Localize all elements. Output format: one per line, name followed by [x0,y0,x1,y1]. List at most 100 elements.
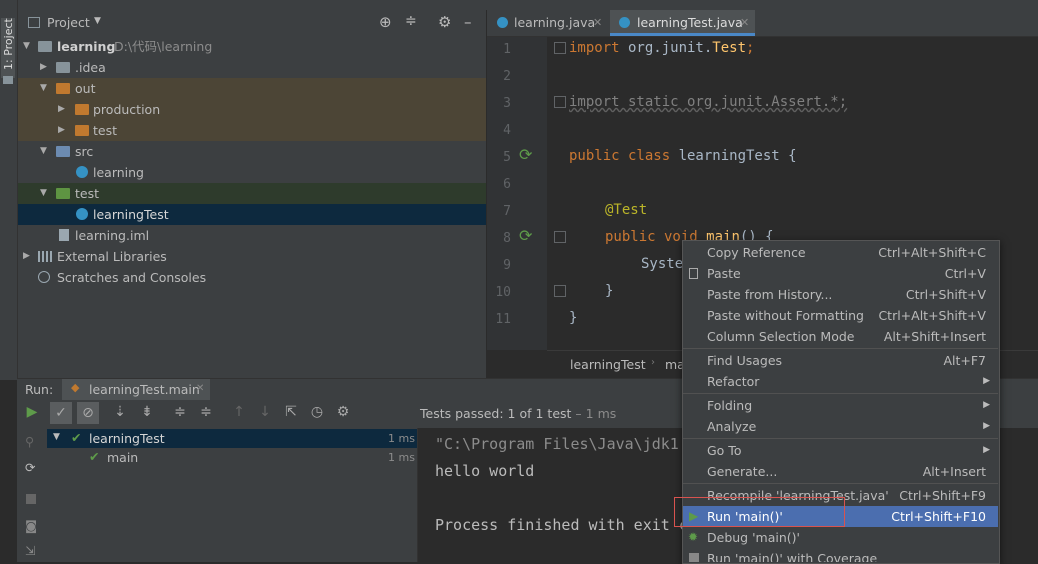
menu-item-copy-reference[interactable]: Copy Reference Ctrl+Alt+Shift+C [683,242,998,263]
chevron-right-icon[interactable]: ▶ [23,246,30,267]
test-row[interactable]: ✔ main 1 ms [47,448,417,467]
test-row[interactable]: ▼ ✔ learningTest 1 ms [47,429,417,448]
menu-item-run-coverage[interactable]: Run 'main()' with Coverage [683,548,998,562]
code-line-10[interactable]: } [605,283,613,299]
tab-label: learning.java [514,15,596,30]
close-icon[interactable]: ✕ [196,383,204,394]
tree-item-learning-root[interactable]: ▼ learning D:\代码\learning [18,36,486,57]
tree-item-test[interactable]: ▼ test [18,183,486,204]
chevron-down-icon[interactable]: ▼ [40,183,47,204]
history-icon[interactable]: ◷ [308,404,326,420]
code-line-3[interactable]: import static org.junit.Assert.*; [569,94,847,110]
expand-all-icon[interactable]: ≑ [171,404,189,420]
line-number: 1 [503,42,511,57]
tree-item-src[interactable]: ▼ src [18,141,486,162]
sort-alpha-icon[interactable]: ⇣ [111,404,129,420]
chevron-down-icon[interactable]: ▼ [40,141,47,162]
chevron-right-icon[interactable]: ▶ [58,99,65,120]
tree-item-learningtest[interactable]: learningTest [18,204,486,225]
tab-learningtest-java[interactable]: learningTest.java ✕ [610,10,755,36]
stop-icon[interactable] [26,494,36,504]
class-icon [497,17,508,28]
arrow-up-icon[interactable]: ↑ [230,404,248,420]
fold-icon[interactable] [554,96,566,108]
rerun-icon[interactable]: ▶ [23,404,41,420]
close-icon[interactable]: ✕ [593,10,602,36]
fold-icon[interactable] [554,231,566,243]
tree-item-external-libraries[interactable]: ▶ External Libraries [18,246,486,267]
close-icon[interactable]: ✕ [740,10,749,36]
tree-item-scratches[interactable]: Scratches and Consoles [18,267,486,288]
chevron-down-icon[interactable]: ▼ [94,16,101,26]
class-icon [619,17,630,28]
console-line: "C:\Program Files\Java\jdk1. [435,435,688,453]
locate-icon[interactable]: ⊕ [379,13,392,31]
project-tool-button[interactable]: 1: Project [1,18,15,78]
fold-icon[interactable] [554,285,566,297]
tree-item-iml[interactable]: learning.iml [18,225,486,246]
project-header: Project ▼ ⊕ ≑ ⚙ – [18,10,486,36]
chevron-right-icon[interactable]: ▶ [58,120,65,141]
debug-icon[interactable]: ⚲ [25,434,34,449]
menu-item-paste-history[interactable]: Paste from History... Ctrl+Shift+V [683,284,998,305]
show-passed-icon[interactable]: ✓ [50,402,72,424]
breadcrumb-item[interactable]: learningTest [570,357,646,372]
tree-item-label: learningTest [93,207,169,222]
tree-item-learning-class[interactable]: learning [18,162,486,183]
module-folder-icon [38,41,52,52]
tab-learning-java[interactable]: learning.java ✕ [487,10,608,36]
rerun-failed-icon[interactable]: ⟳ [25,460,35,475]
code-line-7[interactable]: @Test [605,202,647,218]
menu-item-paste[interactable]: Paste Ctrl+V [683,263,998,284]
collapse-all-icon[interactable]: ≑ [197,404,215,420]
chevron-down-icon[interactable]: ▼ [53,432,60,442]
camera-icon[interactable]: ◙ [25,518,37,533]
code-line-5[interactable]: public class learningTest { [569,148,797,164]
collapse-icon[interactable]: ≑ [405,13,417,29]
menu-shortcut: Ctrl+V [944,266,986,281]
line-number: 11 [495,312,511,327]
run-side-toolbar: ⚲ ⟳ ◙ ⇲ [17,428,47,562]
line-number: 10 [495,285,511,300]
code-line-9[interactable]: Syste [641,256,683,272]
gear-icon[interactable]: ⚙ [438,13,451,31]
debug-icon: ✹ [688,530,699,544]
chevron-right-icon[interactable]: ▶ [40,57,47,78]
minimize-icon[interactable]: – [464,13,472,31]
menu-item-folding[interactable]: Folding ▶ [683,395,998,416]
fold-icon[interactable] [554,42,566,54]
tree-item-idea[interactable]: ▶ .idea [18,57,486,78]
show-ignored-icon[interactable]: ⊘ [77,402,99,424]
menu-item-analyze[interactable]: Analyze ▶ [683,416,998,437]
run-gutter-icon[interactable]: ⟳ [519,145,532,164]
arrow-down-icon[interactable]: ↓ [256,404,274,420]
class-icon [76,208,88,220]
menu-shortcut: Alt+Shift+Insert [883,329,986,344]
tree-item-production[interactable]: ▶ production [18,99,486,120]
chevron-down-icon[interactable]: ▼ [23,36,30,57]
menu-item-generate[interactable]: Generate... Alt+Insert [683,461,998,482]
tree-item-out-test[interactable]: ▶ test [18,120,486,141]
menu-item-goto[interactable]: Go To ▶ [683,440,998,461]
status-suffix: of 1 test [519,406,572,421]
highlight-box [674,497,845,527]
menu-item-paste-without-formatting[interactable]: Paste without Formatting Ctrl+Alt+Shift+V [683,305,998,326]
menu-label: Generate... [707,464,778,479]
menu-item-find-usages[interactable]: Find Usages Alt+F7 [683,350,998,371]
project-view-title[interactable]: Project [47,15,90,30]
menu-item-refactor[interactable]: Refactor ▶ [683,371,998,392]
exit-icon[interactable]: ⇲ [25,543,35,558]
chevron-right-icon: › [651,357,655,368]
menu-item-column-selection[interactable]: Column Selection Mode Alt+Shift+Insert [683,326,998,347]
code-token: import [569,40,620,56]
run-gutter-icon[interactable]: ⟳ [519,226,532,245]
code-line-1[interactable]: import org.junit.Test; [569,40,754,56]
export-icon[interactable]: ⇱ [282,404,300,420]
tree-item-out[interactable]: ▼ out [18,78,486,99]
gear-icon[interactable]: ⚙ [334,404,352,420]
menu-item-debug-main[interactable]: ✹ Debug 'main()' [683,527,998,548]
sort-duration-icon[interactable]: ⇟ [138,404,156,420]
chevron-down-icon[interactable]: ▼ [40,78,47,99]
code-line-11[interactable]: } [569,310,577,326]
run-tab[interactable]: ◆ learningTest.main ✕ [62,379,210,401]
